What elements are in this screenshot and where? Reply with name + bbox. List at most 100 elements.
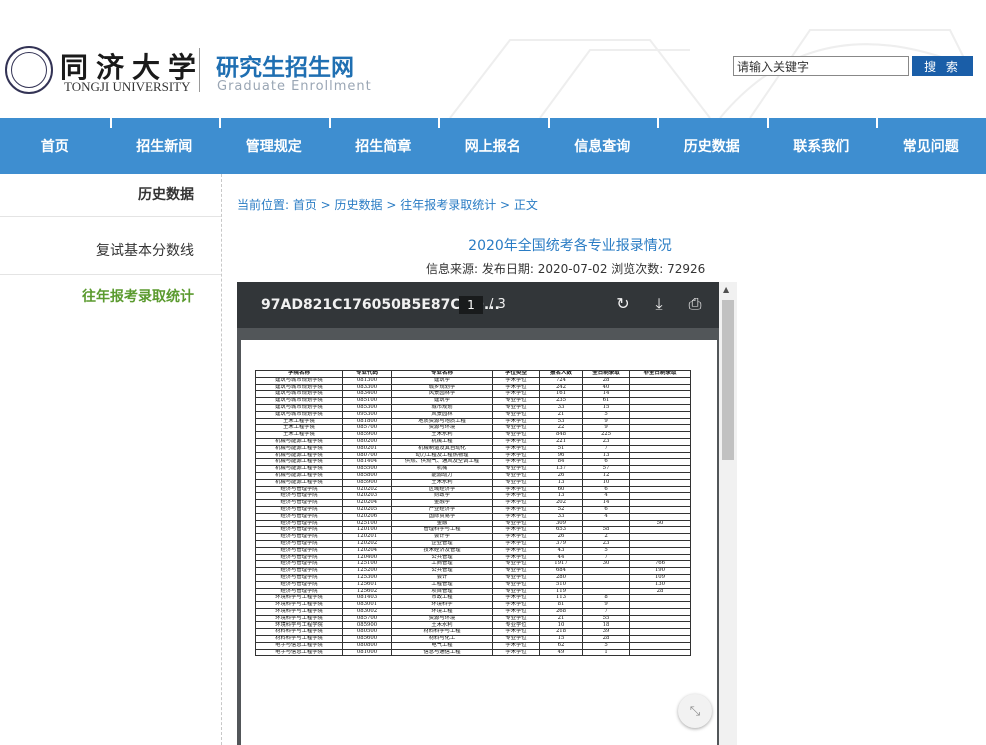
table-row: 经济与管理学院 125100 工商管理 专业学位 1917 30 766 xyxy=(255,560,691,569)
table-cell: 125601 xyxy=(342,580,392,589)
table-cell: 7 xyxy=(582,607,630,616)
university-seal-icon[interactable] xyxy=(5,46,53,94)
table-cell: 学术学位 xyxy=(492,376,540,385)
table-cell: 1 xyxy=(582,648,630,657)
table-cell: 095300 xyxy=(342,410,392,419)
download-icon[interactable]: ⤓ xyxy=(648,294,670,314)
table-cell: 专业学位 xyxy=(492,478,540,487)
table-cell: 55 xyxy=(582,614,630,623)
table-cell: 268 xyxy=(539,607,583,616)
table-cell: 49 xyxy=(539,648,583,657)
table-cell: 环境科学 xyxy=(391,601,493,609)
table-cell: 020202 xyxy=(342,485,392,494)
table-cell xyxy=(582,580,630,589)
scrollbar-thumb[interactable] xyxy=(722,300,734,460)
table-cell: 企业管理 xyxy=(391,539,493,548)
sidebar-item-admission-stats[interactable]: 往年报考录取统计 xyxy=(82,286,194,306)
pdf-viewer[interactable]: 97AD821C176050B5E87CDD... 1 / 3 ↻ ⤓ ⎙ ▲ … xyxy=(237,282,737,745)
table-cell: 学术学位 xyxy=(492,533,540,541)
table-cell xyxy=(629,451,691,460)
table-cell: 724 xyxy=(539,376,583,385)
table-row: 建筑与城市规划学院 083300 城乡规划学 学术学位 242 40 xyxy=(255,383,691,392)
sidebar-divider xyxy=(0,274,222,275)
table-cell xyxy=(629,458,691,467)
site-subtitle: Graduate Enrollment xyxy=(217,79,372,94)
table-cell: 081800 xyxy=(342,417,392,426)
table-cell: 21 xyxy=(539,410,583,419)
table-cell: 学术学位 xyxy=(492,512,540,521)
table-cell: 公共管理 xyxy=(391,553,493,562)
rotate-icon[interactable]: ↻ xyxy=(612,294,634,313)
table-cell: 学术学位 xyxy=(492,383,540,392)
table-cell: 公共管理 xyxy=(391,567,493,575)
table-cell: 建筑学 xyxy=(391,397,493,405)
nav-news[interactable]: 招生新闻 xyxy=(109,118,220,174)
table-cell: 专业学位 xyxy=(492,580,540,589)
table-cell: 23 xyxy=(582,539,630,548)
table-cell: 44 xyxy=(539,553,583,562)
table-cell: 学术学位 xyxy=(492,437,540,446)
table-cell: 土木水利 xyxy=(391,478,493,487)
nav-history[interactable]: 历史数据 xyxy=(657,118,767,174)
viewer-scrollbar[interactable]: ▲ xyxy=(719,282,737,745)
table-cell: 080800 xyxy=(342,641,392,650)
page-number-input[interactable]: 1 xyxy=(459,296,483,314)
nav-regulations[interactable]: 管理规定 xyxy=(219,118,329,174)
table-row: 机械与能源工程学院 080700 动力工程及工程热物理 学术学位 96 13 xyxy=(255,451,691,460)
table-row: 经济与管理学院 025100 金融 专业学位 309 50 xyxy=(255,519,691,528)
breadcrumb[interactable]: 当前位置: 首页 > 历史数据 > 往年报考录取统计 > 正文 xyxy=(237,196,538,213)
nav-faq[interactable]: 常见问题 xyxy=(876,118,986,174)
nav-home[interactable]: 首页 xyxy=(0,118,110,174)
table-cell: 190 xyxy=(629,567,691,575)
sidebar-item-retest-scores[interactable]: 复试基本分数线 xyxy=(96,240,194,260)
table-row: 电子与信息工程学院 080800 电气工程 学术学位 62 5 xyxy=(255,641,691,650)
table-cell: 4 xyxy=(582,492,630,501)
table-cell: 专业学位 xyxy=(492,587,540,596)
table-cell: 085700 xyxy=(342,424,392,433)
fit-page-icon[interactable]: ⤡ xyxy=(678,694,712,728)
table-header-cell: 学位类型 xyxy=(492,370,540,378)
table-row: 环境科学与工程学院 085700 资源与环境 专业学位 21 55 xyxy=(255,614,691,623)
table-cell: 学术学位 xyxy=(492,458,540,467)
article-title: 2020年全国统考各专业报录情况 xyxy=(468,238,672,254)
print-icon[interactable]: ⎙ xyxy=(684,294,706,314)
nav-brochure[interactable]: 招生简章 xyxy=(328,118,439,174)
table-cell xyxy=(629,512,691,521)
table-cell: 081404 xyxy=(342,458,392,467)
table-cell xyxy=(629,383,691,392)
table-cell xyxy=(629,437,691,446)
table-cell: 环境科学与工程学院 xyxy=(255,594,343,603)
table-row: 经济与管理学院 125602 项目管理 专业学位 119 28 xyxy=(255,587,691,596)
table-row: 建筑与城市规划学院 083400 风景园林学 学术学位 161 14 xyxy=(255,390,691,399)
table-cell: 专业学位 xyxy=(492,621,540,630)
nav-online-apply[interactable]: 网上报名 xyxy=(438,118,548,174)
table-cell: 119 xyxy=(539,587,583,596)
search-button[interactable]: 搜 索 xyxy=(912,56,973,76)
table-cell: 专业学位 xyxy=(492,410,540,419)
table-cell: 经济与管理学院 xyxy=(255,567,343,575)
table-cell: 9 xyxy=(582,601,630,609)
table-cell: 工程管理 xyxy=(391,580,493,589)
table-cell xyxy=(629,471,691,480)
scroll-up-arrow-icon[interactable]: ▲ xyxy=(723,285,729,294)
table-cell: 专业学位 xyxy=(492,397,540,405)
table-cell: 125100 xyxy=(342,560,392,569)
table-cell: 10 xyxy=(582,478,630,487)
nav-contact[interactable]: 联系我们 xyxy=(766,118,877,174)
table-cell: 项目管理 xyxy=(391,587,493,596)
table-cell: 7 xyxy=(582,444,630,453)
table-cell: 51 xyxy=(539,444,583,453)
table-cell: 28 xyxy=(582,376,630,385)
table-cell: 202 xyxy=(539,499,583,507)
table-cell: 经济与管理学院 xyxy=(255,505,343,514)
table-cell: 专业学位 xyxy=(492,431,540,439)
search-input[interactable] xyxy=(733,56,909,76)
table-cell: 085500 xyxy=(342,465,392,473)
table-cell: 13 xyxy=(539,478,583,487)
nav-info-query[interactable]: 信息查询 xyxy=(547,118,658,174)
table-cell: 机械与能源工程学院 xyxy=(255,471,343,480)
table-cell xyxy=(629,648,691,657)
table-cell: 5 xyxy=(582,546,630,555)
table-cell: 57 xyxy=(582,465,630,473)
table-cell: 081000 xyxy=(342,648,392,657)
